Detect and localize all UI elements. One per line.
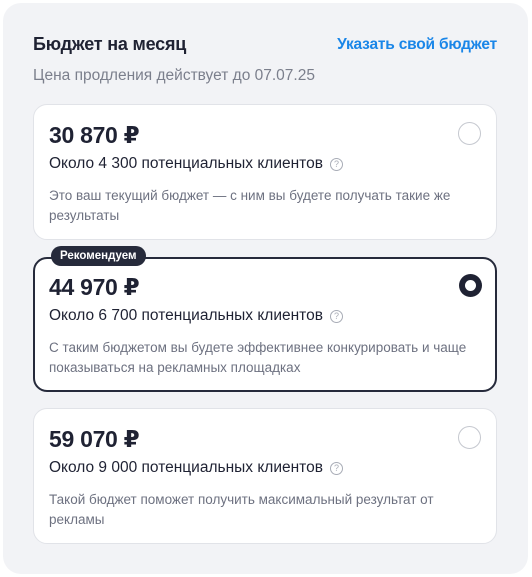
budget-option-1[interactable]: 30 870 ₽ Около 4 300 потенциальных клиен… xyxy=(33,104,497,240)
custom-budget-link[interactable]: Указать свой бюджет xyxy=(337,36,497,54)
page-title: Бюджет на месяц xyxy=(33,34,187,54)
budget-description: С таким бюджетом вы будете эффективнее к… xyxy=(49,340,467,375)
radio-button[interactable] xyxy=(458,426,481,449)
budget-price: 30 870 ₽ xyxy=(49,122,140,148)
help-icon[interactable]: ? xyxy=(329,309,343,323)
budget-description: Такой бюджет поможет получить максимальн… xyxy=(49,492,434,527)
radio-button[interactable] xyxy=(458,122,481,145)
radio-button-selected[interactable] xyxy=(459,274,482,297)
clients-estimate-text: Около 4 300 потенциальных клиентов xyxy=(49,155,323,172)
clients-estimate: Около 6 700 потенциальных клиентов ? xyxy=(49,307,343,325)
budget-option-3[interactable]: 59 070 ₽ Около 9 000 потенциальных клиен… xyxy=(33,408,497,544)
help-icon[interactable]: ? xyxy=(329,461,343,475)
recommended-badge: Рекомендуем xyxy=(51,246,146,266)
clients-estimate-text: Около 9 000 потенциальных клиентов xyxy=(49,459,323,476)
clients-estimate: Около 4 300 потенциальных клиентов ? xyxy=(49,155,343,173)
clients-estimate-text: Около 6 700 потенциальных клиентов xyxy=(49,307,323,324)
budget-price: 59 070 ₽ xyxy=(49,426,140,452)
help-icon[interactable]: ? xyxy=(329,157,343,171)
budget-panel: Бюджет на месяц Указать свой бюджет Цена… xyxy=(3,3,528,574)
clients-estimate: Около 9 000 потенциальных клиентов ? xyxy=(49,459,343,477)
budget-description: Это ваш текущий бюджет — с ним вы будете… xyxy=(49,188,451,223)
budget-option-2[interactable]: Рекомендуем 44 970 ₽ Около 6 700 потенци… xyxy=(33,246,497,392)
budget-price: 44 970 ₽ xyxy=(49,274,140,300)
renewal-price-note: Цена продления действует до 07.07.25 xyxy=(33,67,315,84)
